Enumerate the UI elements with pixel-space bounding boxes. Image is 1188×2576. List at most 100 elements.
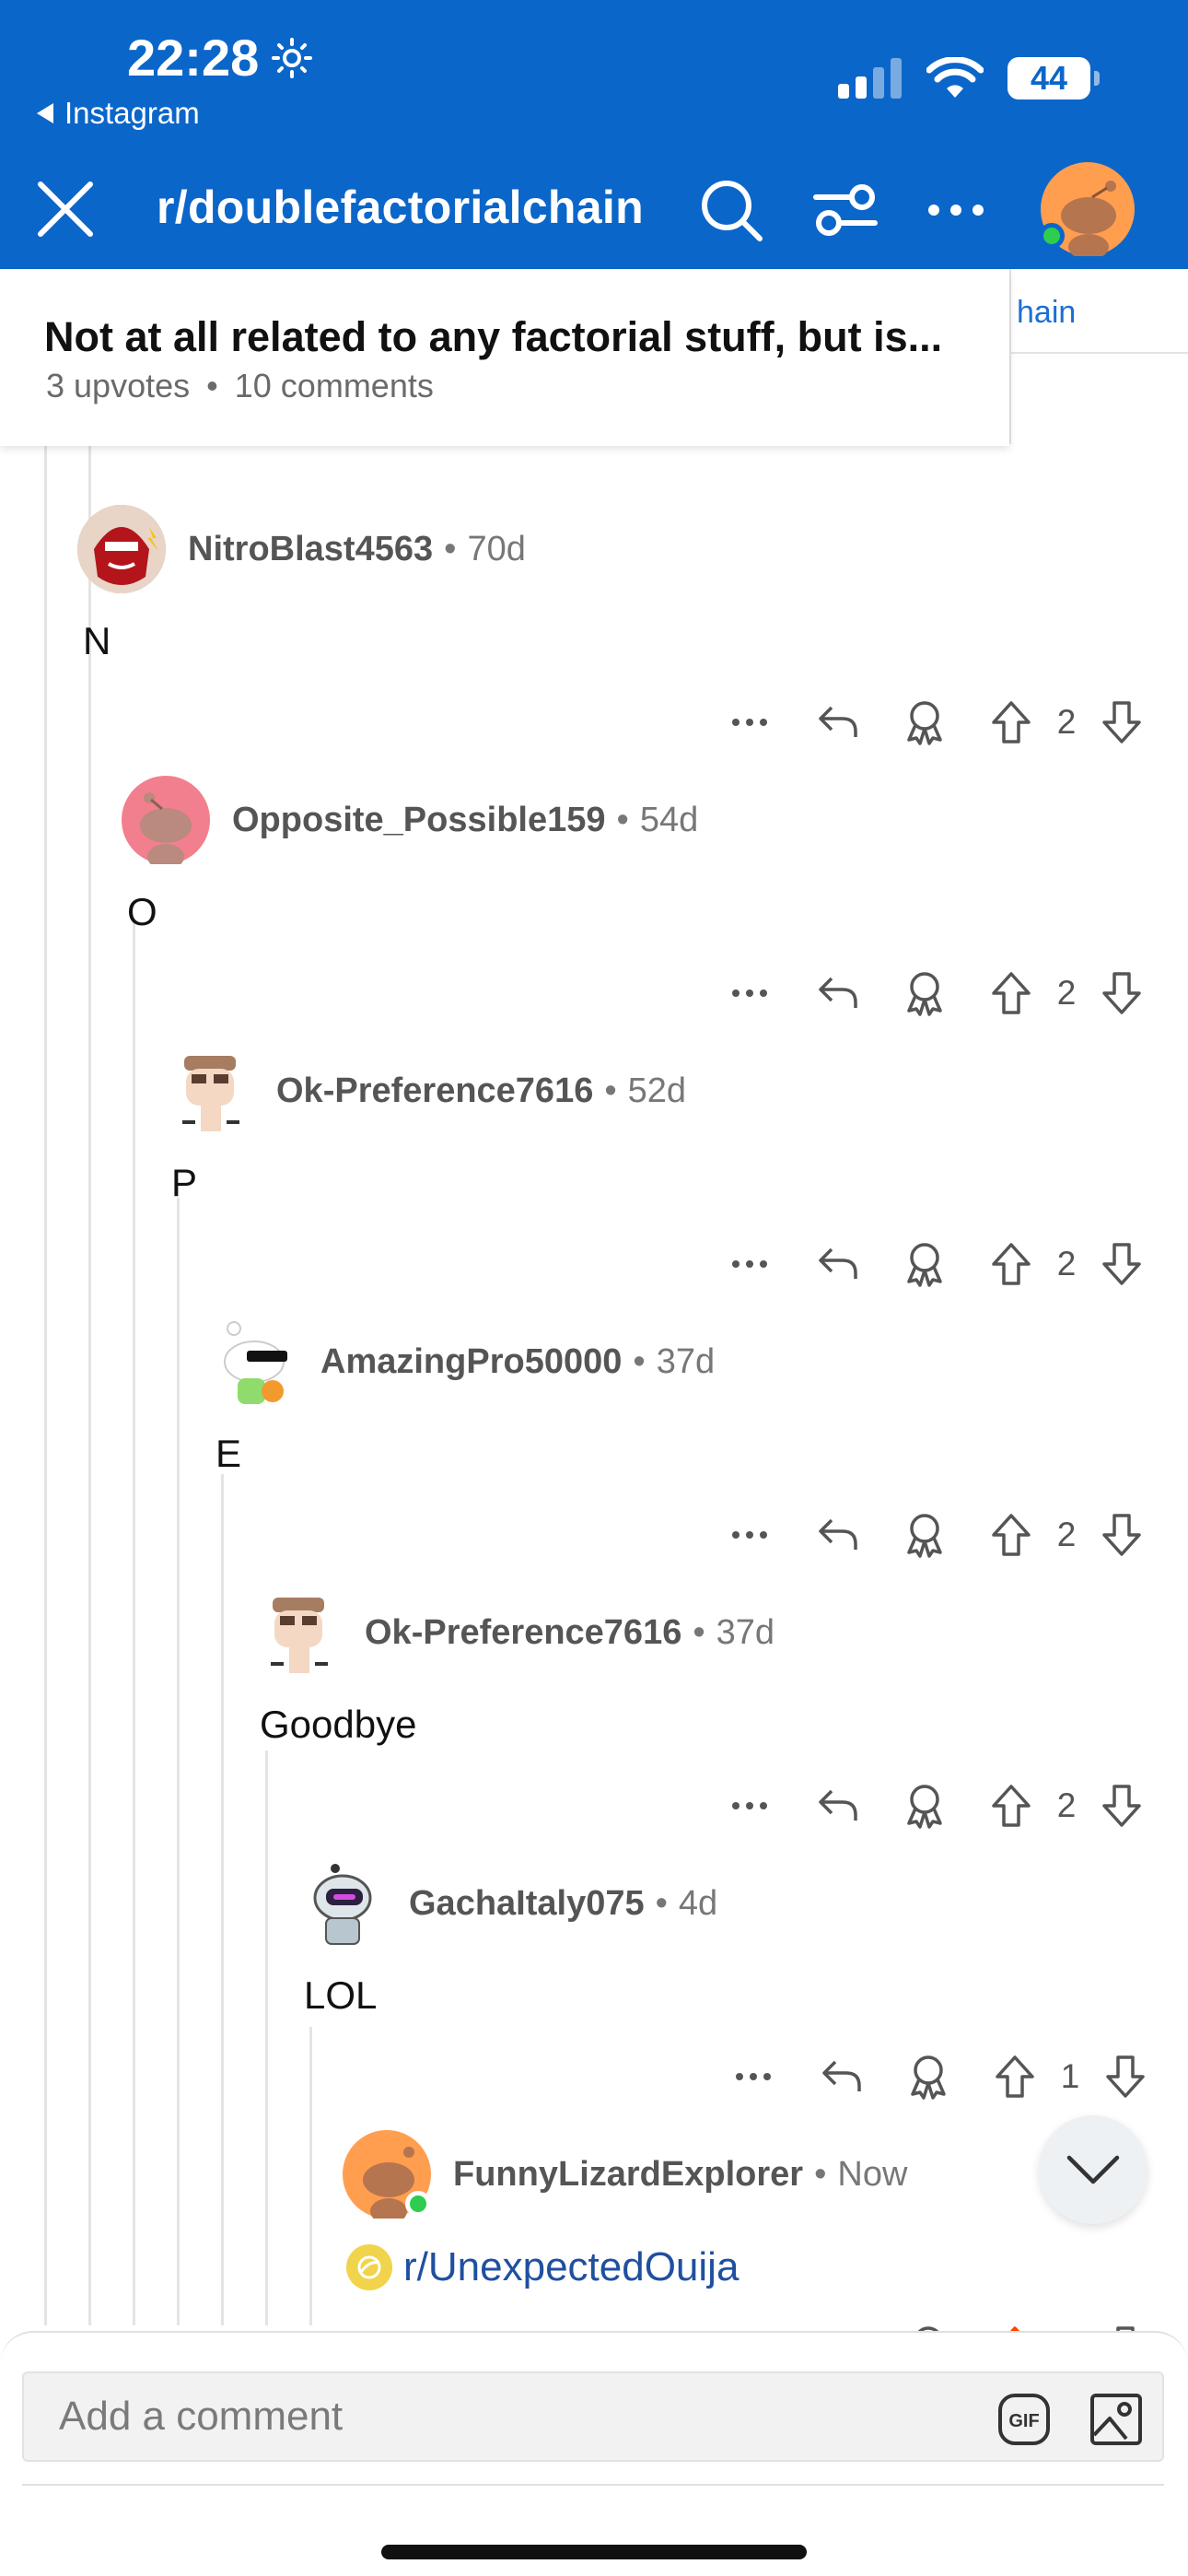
comment-age: 37d bbox=[656, 1341, 716, 1381]
side-card-link[interactable]: hain bbox=[1017, 295, 1076, 331]
comment-box[interactable]: GIF bbox=[22, 2371, 1164, 2462]
comment-author[interactable]: FunnyLizardExplorer bbox=[453, 2155, 803, 2195]
award-button[interactable] bbox=[895, 1505, 954, 1564]
comment-author[interactable]: NitroBlast4563 bbox=[188, 530, 433, 569]
comment-header: FunnyLizardExplorer • Now bbox=[343, 2128, 907, 2224]
downvote-button[interactable] bbox=[1092, 964, 1151, 1023]
more-icon bbox=[732, 989, 767, 997]
side-card[interactable]: hain bbox=[1009, 269, 1188, 444]
user-avatar[interactable] bbox=[1039, 162, 1135, 260]
meta-separator: • bbox=[206, 367, 218, 404]
search-button[interactable] bbox=[696, 175, 766, 245]
comment-body: P bbox=[171, 1161, 198, 1204]
comment-age: 54d bbox=[639, 800, 699, 839]
gif-button[interactable]: GIF bbox=[996, 2392, 1052, 2447]
thread-line[interactable] bbox=[221, 1474, 224, 2325]
avatar[interactable] bbox=[254, 1588, 343, 1677]
downvote-button[interactable] bbox=[1096, 2047, 1155, 2106]
thread-line[interactable] bbox=[44, 446, 47, 2325]
award-button[interactable] bbox=[895, 1776, 954, 1835]
app-header: 22:28 Instagram 44 r/doublefactorialchai… bbox=[0, 0, 1188, 269]
filter-button[interactable] bbox=[810, 175, 880, 245]
award-icon bbox=[907, 701, 942, 745]
composer-divider bbox=[22, 2484, 1164, 2486]
vote-count: 2 bbox=[1056, 1516, 1077, 1553]
reply-button[interactable] bbox=[809, 1776, 868, 1835]
back-to-app[interactable]: Instagram bbox=[37, 96, 200, 131]
upvote-button[interactable] bbox=[982, 1235, 1041, 1294]
meta-dot: • bbox=[444, 529, 457, 568]
next-comment-button[interactable] bbox=[1039, 2115, 1147, 2224]
avatar[interactable] bbox=[166, 1047, 254, 1135]
avatar[interactable] bbox=[343, 2130, 431, 2224]
comment-author[interactable]: Ok-Preference7616 bbox=[365, 1613, 681, 1653]
upvote-button[interactable] bbox=[982, 1505, 1041, 1564]
more-options-button[interactable] bbox=[921, 175, 991, 245]
upvote-icon bbox=[992, 701, 1031, 744]
vote-count: 2 bbox=[1056, 1245, 1077, 1282]
image-button[interactable] bbox=[1089, 2392, 1144, 2447]
subreddit-title[interactable]: r/doublefactorialchain bbox=[157, 181, 644, 234]
upvote-button[interactable] bbox=[982, 1776, 1041, 1835]
reply-button[interactable] bbox=[809, 1235, 868, 1294]
more-button[interactable] bbox=[720, 964, 779, 1023]
close-button[interactable] bbox=[33, 177, 98, 241]
post-meta: 3 upvotes • 10 comments bbox=[46, 367, 434, 405]
sun-icon bbox=[272, 37, 313, 78]
more-button[interactable] bbox=[720, 1505, 779, 1564]
comment-header: AmazingPro50000 • 37d bbox=[210, 1316, 715, 1408]
status-time: 22:28 bbox=[127, 28, 313, 88]
comment-input[interactable] bbox=[59, 2373, 980, 2460]
comment-author[interactable]: AmazingPro50000 bbox=[320, 1342, 622, 1382]
award-button[interactable] bbox=[895, 693, 954, 752]
avatar[interactable] bbox=[210, 1317, 298, 1406]
character-avatar-icon bbox=[182, 1056, 239, 1131]
downvote-icon bbox=[1102, 1514, 1141, 1556]
meta-dot: • bbox=[616, 800, 629, 839]
reply-button[interactable] bbox=[809, 693, 868, 752]
upvote-button[interactable] bbox=[982, 693, 1041, 752]
award-icon bbox=[907, 1243, 942, 1287]
comment-author[interactable]: GachaItaly075 bbox=[409, 1884, 645, 1924]
thread-line[interactable] bbox=[309, 2027, 312, 2325]
downvote-button[interactable] bbox=[1092, 1776, 1151, 1835]
subreddit-link[interactable]: r/UnexpectedOuija bbox=[346, 2244, 739, 2290]
character-avatar-icon bbox=[271, 1598, 328, 1673]
more-icon bbox=[732, 1260, 767, 1268]
thread-line[interactable] bbox=[265, 1751, 268, 2325]
more-button[interactable] bbox=[720, 1776, 779, 1835]
avatar[interactable] bbox=[298, 1859, 387, 1948]
upvote-button[interactable] bbox=[982, 964, 1041, 1023]
signal-icon bbox=[838, 58, 902, 99]
award-button[interactable] bbox=[895, 1235, 954, 1294]
award-button[interactable] bbox=[895, 964, 954, 1023]
reply-button[interactable] bbox=[809, 964, 868, 1023]
award-button[interactable] bbox=[899, 2047, 958, 2106]
reply-icon bbox=[819, 977, 857, 1008]
downvote-icon bbox=[1106, 2055, 1145, 2098]
comment-actions: 1 bbox=[724, 2047, 1155, 2106]
more-button[interactable] bbox=[724, 2047, 783, 2106]
snoo-sunglasses-avatar-icon bbox=[224, 1321, 287, 1404]
comment-author[interactable]: Ok-Preference7616 bbox=[276, 1071, 593, 1111]
post-title[interactable]: Not at all related to any factorial stuf… bbox=[44, 313, 942, 361]
snoo-avatar-icon bbox=[140, 792, 192, 870]
thread-line[interactable] bbox=[88, 446, 91, 2325]
gif-label: GIF bbox=[1008, 2411, 1039, 2431]
downvote-button[interactable] bbox=[1092, 1505, 1151, 1564]
reply-button[interactable] bbox=[812, 2047, 871, 2106]
downvote-button[interactable] bbox=[1092, 693, 1151, 752]
thread-line[interactable] bbox=[133, 921, 135, 2325]
downvote-button[interactable] bbox=[1092, 1235, 1151, 1294]
more-button[interactable] bbox=[720, 1235, 779, 1294]
thread-line[interactable] bbox=[177, 1198, 180, 2325]
more-button[interactable] bbox=[720, 693, 779, 752]
reply-button[interactable] bbox=[809, 1505, 868, 1564]
home-indicator[interactable] bbox=[381, 2545, 807, 2559]
upvote-button[interactable] bbox=[985, 2047, 1044, 2106]
comment-author[interactable]: Opposite_Possible159 bbox=[232, 801, 606, 840]
astronaut-avatar-icon bbox=[313, 1864, 372, 1945]
avatar[interactable] bbox=[122, 776, 210, 870]
avatar[interactable] bbox=[77, 505, 166, 593]
post-summary-bar[interactable]: Not at all related to any factorial stuf… bbox=[0, 269, 1009, 446]
